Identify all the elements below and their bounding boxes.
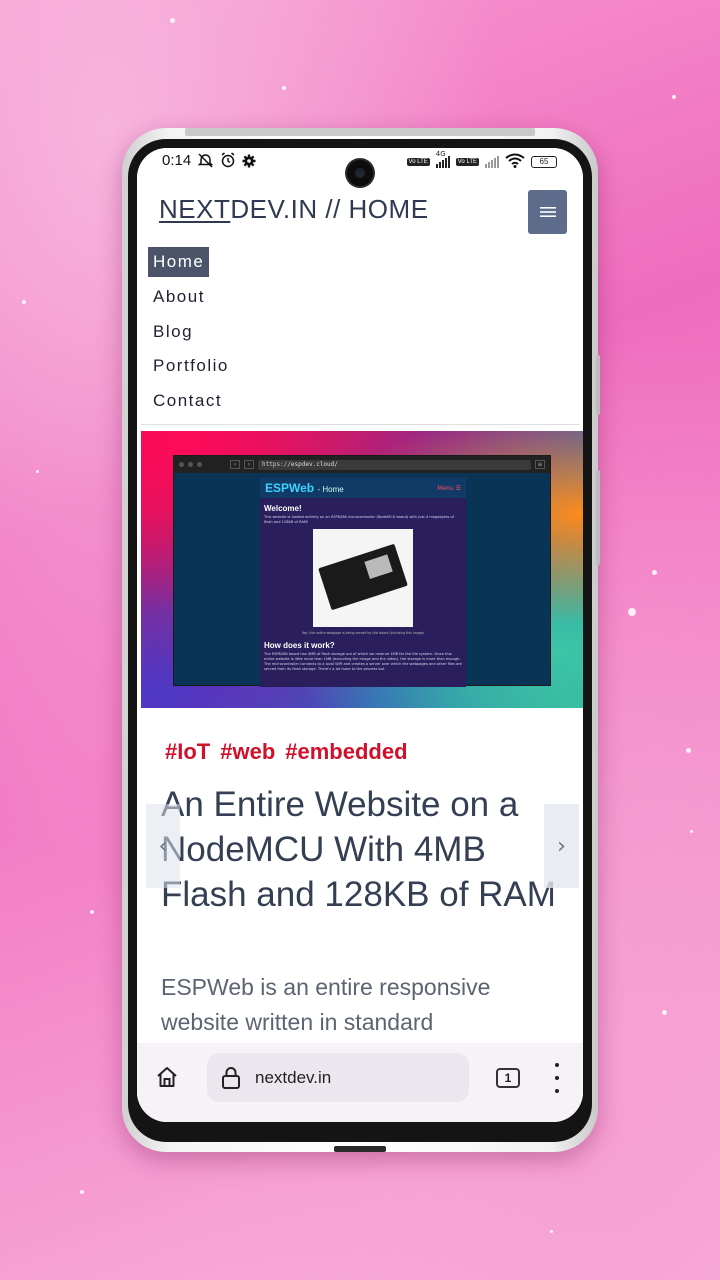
volte-indicator: Vo LTE (406, 158, 430, 166)
status-icons-left (197, 152, 256, 172)
carousel-prev-button[interactable]: ‹ (146, 804, 180, 888)
nav-item-contact[interactable]: Contact (148, 386, 227, 416)
volte-indicator-2: Vo LTE (455, 158, 479, 166)
signal-icon: 4G (435, 150, 450, 168)
nav-item-about[interactable]: About (148, 282, 210, 312)
background-sparkle (90, 910, 94, 914)
chevron-right-icon: › (557, 833, 566, 859)
wifi-icon (505, 153, 525, 171)
phone-top-edge (185, 128, 535, 136)
tag-embedded[interactable]: #embedded (285, 739, 407, 765)
nav-item-blog[interactable]: Blog (148, 317, 198, 347)
more-vert-icon (555, 1063, 559, 1067)
battery-icon: 65 (531, 156, 557, 168)
lock-icon (221, 1066, 241, 1094)
tabs-icon: 1 (504, 1071, 512, 1085)
esp-how-text: The ESP8266 board has 4MB of flash stora… (264, 652, 462, 671)
esp-welcome: Welcome! (264, 504, 302, 513)
tag-iot[interactable]: #IoT (165, 739, 210, 765)
hamburger-menu-button[interactable] (528, 190, 567, 234)
phone-side-button (596, 355, 600, 415)
front-camera (347, 160, 373, 186)
esp-menu: Menu ☰ (437, 484, 461, 492)
status-time: 0:14 (162, 152, 192, 169)
more-vert-button[interactable] (553, 1063, 561, 1093)
carousel-next-button[interactable]: › (544, 804, 579, 888)
article-title[interactable]: An Entire Website on a NodeMCU With 4MB … (161, 782, 561, 917)
nodemcu-board-image (313, 529, 413, 627)
nav-item-portfolio[interactable]: Portfolio (148, 351, 234, 381)
background-sparkle (686, 748, 691, 753)
site-title-brand: NEXT (159, 194, 231, 224)
background-sparkle (22, 300, 26, 304)
site-title[interactable]: NEXTDEV.IN // HOME (159, 194, 429, 225)
nav-divider (141, 424, 579, 425)
background-sparkle (170, 18, 175, 23)
hero-image[interactable]: ‹ › https://espdev.cloud/ ≡ ESPWeb - Home… (141, 431, 583, 708)
esp-logo: ESPWeb - Home (265, 481, 344, 495)
home-button[interactable] (153, 1063, 181, 1091)
background-sparkle (652, 570, 657, 575)
background-sparkle (282, 86, 286, 90)
background-sparkle (672, 95, 676, 99)
home-icon (153, 1067, 181, 1095)
do-not-disturb-icon (197, 152, 214, 172)
background-sparkle (690, 830, 693, 833)
phone-side-button (596, 470, 600, 565)
site-title-rest: DEV.IN // HOME (230, 194, 429, 224)
mock-esp-page: ESPWeb - Home Menu ☰ Welcome! This websi… (260, 478, 466, 687)
status-icons-right: Vo LTE 4G Vo LTE 65 (406, 150, 557, 171)
hamburger-menu-icon (539, 203, 556, 222)
background-sparkle (662, 1010, 667, 1015)
background-sparkle (80, 1190, 84, 1194)
esp-caption: Yep, this entire webpage is being served… (301, 631, 425, 635)
signal-icon-2 (485, 156, 499, 168)
address-bar[interactable]: nextdev.in (207, 1053, 469, 1102)
background-sparkle (550, 1230, 553, 1233)
browser-toolbar: nextdev.in 1 (137, 1043, 583, 1122)
article-excerpt: ESPWeb is an entire responsive website w… (161, 974, 491, 1035)
chevron-left-icon: ‹ (158, 833, 168, 859)
mock-browser-bar: ‹ › https://espdev.cloud/ ≡ (174, 456, 550, 473)
background-sparkle (36, 470, 39, 473)
alarm-icon (220, 152, 236, 172)
phone-bottom-edge (334, 1146, 386, 1152)
main-nav: Home About Blog Portfolio Contact (148, 247, 568, 421)
tab-switcher-button[interactable]: 1 (496, 1068, 520, 1088)
phone-screen: 0:14 Vo LTE 4G Vo LTE 65 NEXTDEV.IN // H… (137, 148, 583, 1122)
esp-how-heading: How does it work? (264, 641, 335, 650)
nav-item-home[interactable]: Home (148, 247, 210, 277)
tag-web[interactable]: #web (220, 739, 275, 765)
esp-intro: This website is hosted entirely on an ES… (264, 515, 455, 524)
network-type: 4G (435, 150, 446, 158)
mock-url: https://espdev.cloud/ (258, 459, 531, 470)
tag-list: #IoT #web #embedded (165, 739, 408, 765)
settings-icon (242, 153, 256, 172)
address-bar-url: nextdev.in (255, 1068, 332, 1087)
background-sparkle (628, 608, 636, 616)
hero-browser-mockup: ‹ › https://espdev.cloud/ ≡ ESPWeb - Home… (173, 455, 551, 687)
